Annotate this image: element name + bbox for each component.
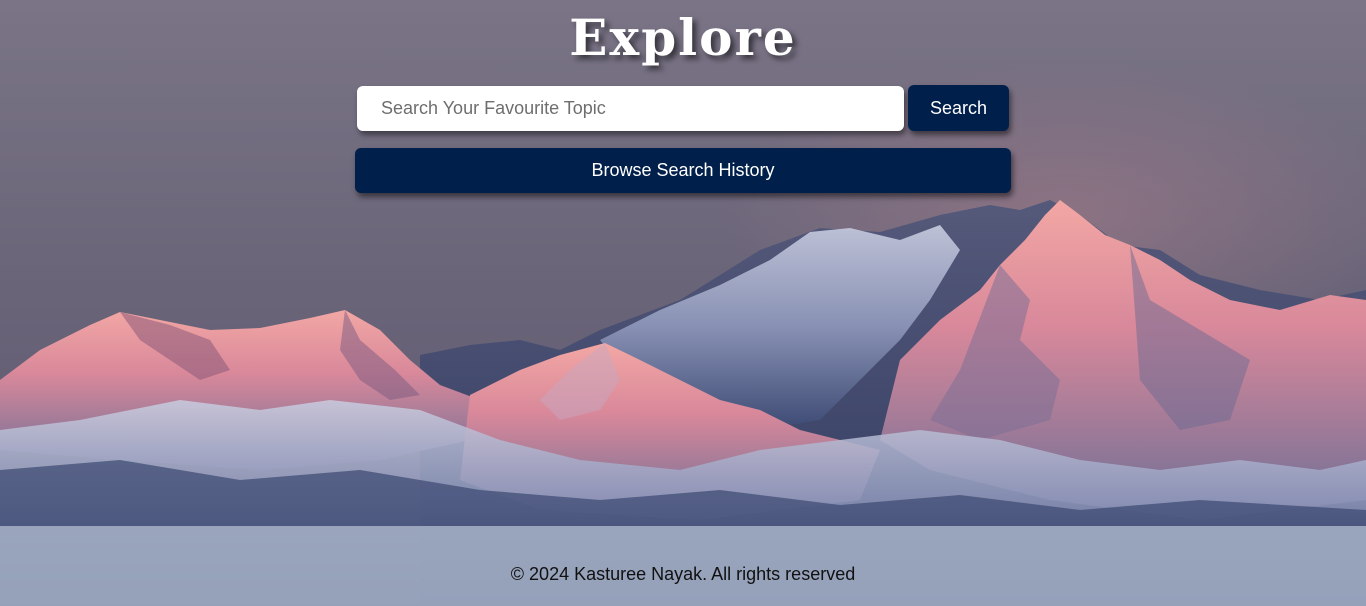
- search-input[interactable]: [357, 86, 904, 131]
- search-button[interactable]: Search: [908, 85, 1009, 131]
- page-title: Explore: [569, 8, 797, 67]
- browse-search-history-button[interactable]: Browse Search History: [355, 148, 1011, 193]
- page: Explore Search Browse Search History © 2…: [0, 0, 1366, 606]
- copyright-text: © 2024 Kasturee Nayak. All rights reserv…: [510, 563, 856, 584]
- footer: © 2024 Kasturee Nayak. All rights reserv…: [0, 526, 1366, 606]
